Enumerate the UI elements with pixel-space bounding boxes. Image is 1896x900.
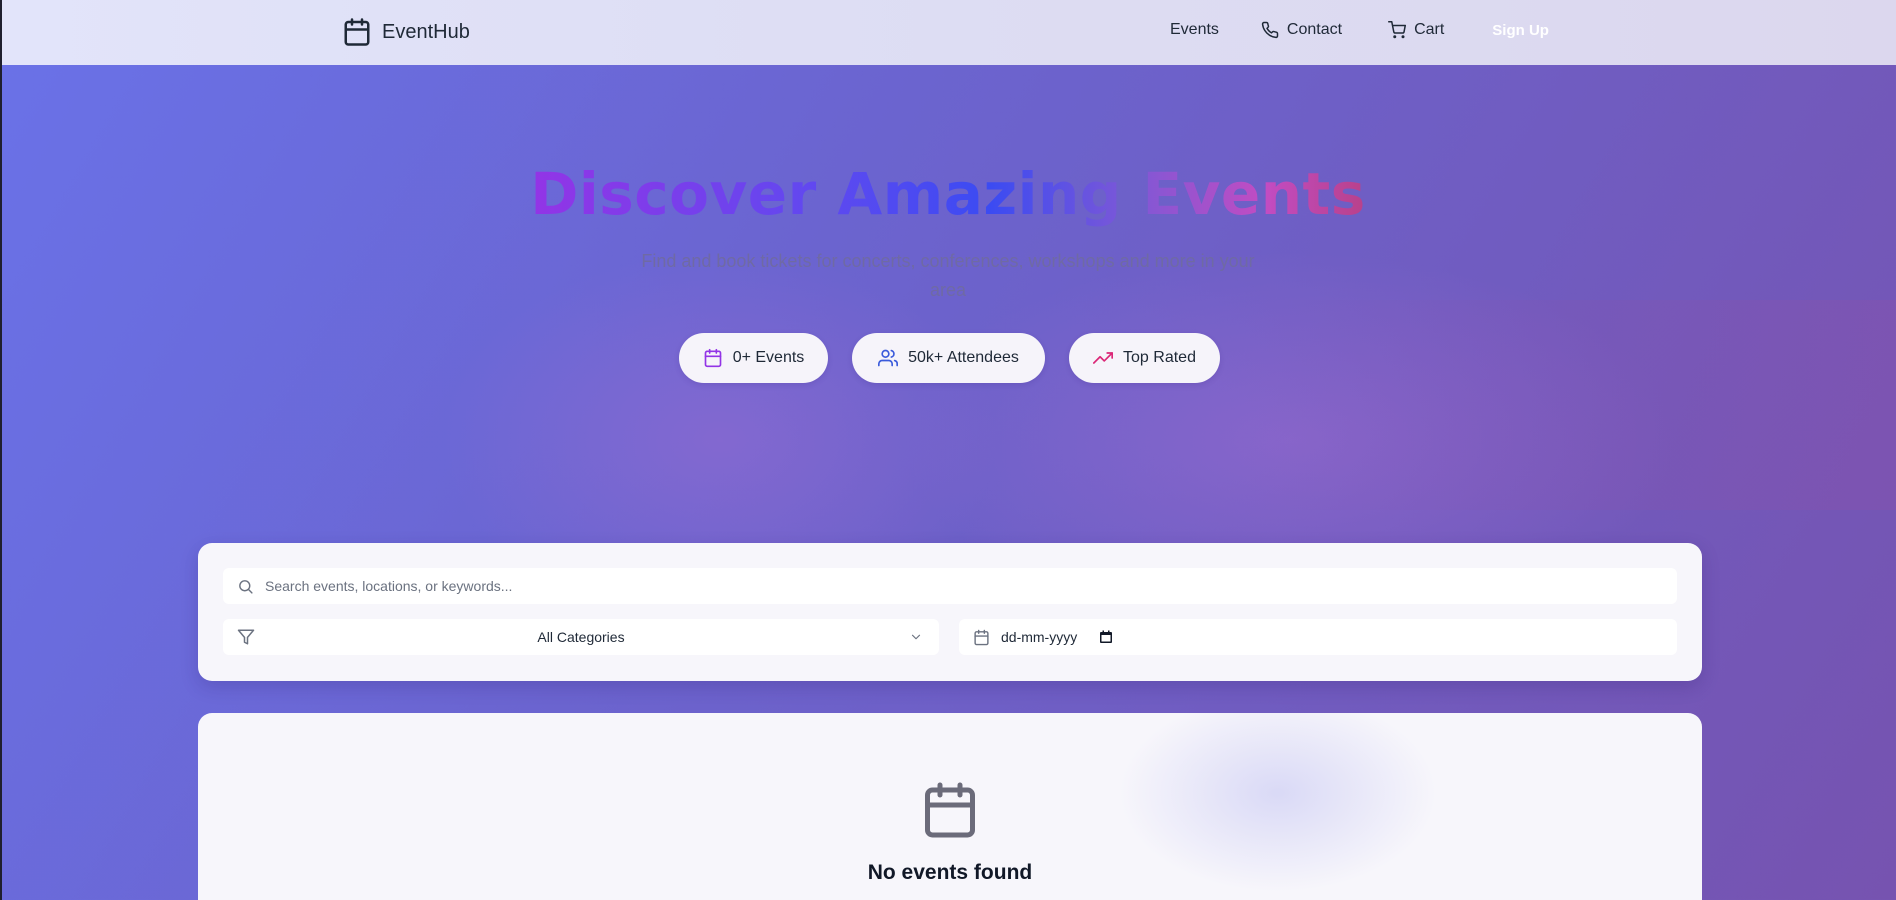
nav-link-label: Events xyxy=(1170,21,1219,38)
calendar-icon xyxy=(704,348,722,368)
nav-link-label: Sign Up xyxy=(1492,21,1549,39)
calendar-icon xyxy=(344,18,370,46)
search-input[interactable] xyxy=(265,578,1645,594)
nav-link-label: Cart xyxy=(1414,21,1445,38)
users-icon xyxy=(878,349,899,367)
nav-link-cart[interactable]: Cart xyxy=(1388,21,1444,39)
hero-subtitle: Find and book tickets for concerts, conf… xyxy=(641,251,1255,300)
calendar-icon xyxy=(974,629,989,645)
navbar: EventHub Events Contact Cart Sign Up xyxy=(0,0,1896,65)
date-input-value: dd-mm-yyyy xyxy=(1001,629,1078,645)
stats-pills: 0+ Events 50k+ Attendees Top Rated xyxy=(0,333,1896,383)
results-panel: No events found xyxy=(198,713,1702,900)
signup-button[interactable]: Sign Up xyxy=(1492,22,1549,39)
stat-label: 0+ Events xyxy=(732,349,805,366)
date-input[interactable]: dd-mm-yyyy xyxy=(959,619,1677,655)
stat-pill-attendees: 50k+ Attendees xyxy=(852,333,1045,383)
stat-pill-top-rated: Top Rated xyxy=(1069,333,1220,383)
brand-name: EventHub xyxy=(382,20,470,43)
stat-pill-events: 0+ Events xyxy=(679,333,828,383)
empty-state-title: No events found xyxy=(867,861,1033,884)
nav-link-contact[interactable]: Contact xyxy=(1261,21,1342,39)
stat-label: 50k+ Attendees xyxy=(908,349,1019,366)
chevron-down-icon xyxy=(911,634,921,640)
search-icon xyxy=(239,579,253,594)
phone-icon xyxy=(1261,21,1279,39)
category-select[interactable]: All Categories xyxy=(223,619,939,655)
trending-up-icon xyxy=(1093,352,1114,364)
hero-band xyxy=(1240,300,1896,510)
nav-links: Events Contact Cart Sign Up xyxy=(1170,21,1549,39)
stat-label: Top Rated xyxy=(1123,349,1196,366)
window-edge xyxy=(0,0,2,900)
hero-title: Discover Amazing Events xyxy=(530,160,1366,228)
nav-link-label: Contact xyxy=(1286,21,1343,38)
date-picker-icon[interactable] xyxy=(1099,630,1113,644)
calendar-icon xyxy=(925,782,975,838)
search-bar xyxy=(223,568,1677,604)
cart-icon xyxy=(1388,21,1407,39)
search-filter-card: All Categories dd-mm-yyyy xyxy=(198,543,1702,681)
category-select-value: All Categories xyxy=(537,629,625,645)
brand-logo[interactable]: EventHub xyxy=(342,16,470,48)
nav-link-events[interactable]: Events xyxy=(1170,21,1219,39)
